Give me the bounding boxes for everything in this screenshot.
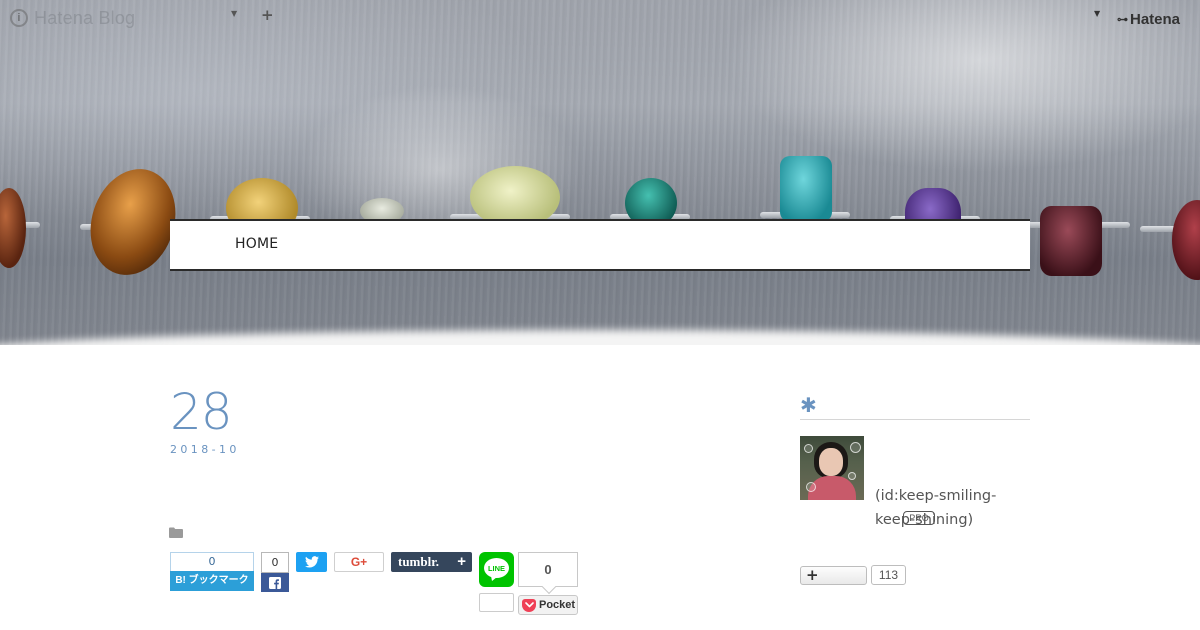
article-date-year-month: 2018-10 bbox=[170, 443, 240, 456]
subscriber-count: 113 bbox=[871, 565, 906, 585]
line-icon: LINE bbox=[484, 558, 509, 581]
header-banner-image bbox=[0, 0, 1200, 345]
plus-icon[interactable]: + bbox=[261, 6, 274, 24]
ring-stone bbox=[780, 156, 832, 222]
pocket-label: Pocket bbox=[539, 599, 576, 611]
facebook-share-button[interactable]: 0 bbox=[261, 552, 289, 592]
line-share-count bbox=[479, 593, 514, 612]
facebook-share-count: 0 bbox=[261, 552, 289, 573]
article-date-day: 28 bbox=[170, 383, 233, 441]
hatena-bookmark-button[interactable]: 0 B! ブックマーク bbox=[170, 552, 254, 592]
ring-stone bbox=[1040, 206, 1102, 276]
hatena-mark-icon: ⊶ bbox=[1117, 13, 1128, 26]
folder-icon bbox=[169, 527, 183, 538]
tumblr-share-button[interactable]: tumblr. + bbox=[391, 552, 472, 572]
tumblr-plus-icon: + bbox=[457, 553, 466, 570]
user-menu-caret-icon[interactable]: ▼ bbox=[1094, 9, 1100, 18]
hatena-logo[interactable]: ⊶ Hatena bbox=[1117, 9, 1180, 29]
hatena-bookmark-label: B! ブックマーク bbox=[170, 571, 254, 591]
pocket-count: 0 bbox=[518, 552, 578, 595]
nav-item-home[interactable]: HOME bbox=[235, 236, 278, 252]
pocket-count-tail bbox=[541, 579, 557, 595]
hatena-blog-logo[interactable]: i Hatena Blog bbox=[10, 7, 135, 29]
pocket-icon bbox=[522, 598, 536, 612]
tumblr-label: tumblr. bbox=[398, 554, 440, 569]
hatena-blog-logo-text: Hatena Blog bbox=[34, 7, 136, 28]
hatena-logo-text: Hatena bbox=[1130, 10, 1181, 28]
hatena-bookmark-count: 0 bbox=[170, 552, 254, 571]
twitter-icon bbox=[304, 556, 319, 568]
pro-badge: PRO bbox=[903, 511, 935, 525]
google-plus-share-button[interactable]: G+ bbox=[334, 552, 384, 572]
global-nav: HOME bbox=[170, 219, 1030, 271]
avatar-bokeh bbox=[848, 472, 856, 480]
pocket-button[interactable]: Pocket bbox=[518, 595, 578, 615]
hatena-blog-logo-icon: i bbox=[10, 9, 28, 27]
avatar-bokeh bbox=[804, 444, 813, 453]
facebook-icon bbox=[261, 573, 289, 592]
line-icon-text: LINE bbox=[488, 564, 505, 573]
sidebar-profile-heading: ✱ bbox=[800, 395, 1030, 420]
pocket-count-value: 0 bbox=[544, 562, 552, 577]
subscribe-button[interactable]: + bbox=[800, 566, 867, 585]
banner-fog-overlay bbox=[0, 0, 1200, 345]
blog-page: i Hatena Blog ▼ + ▼ ⊶ Hatena HOME 28 201… bbox=[0, 0, 1200, 630]
caret-down-icon[interactable]: ▼ bbox=[231, 9, 237, 18]
avatar-face bbox=[819, 448, 843, 476]
avatar-bokeh bbox=[850, 442, 861, 453]
twitter-share-button[interactable] bbox=[296, 552, 327, 572]
line-share-button[interactable]: LINE bbox=[479, 552, 514, 587]
